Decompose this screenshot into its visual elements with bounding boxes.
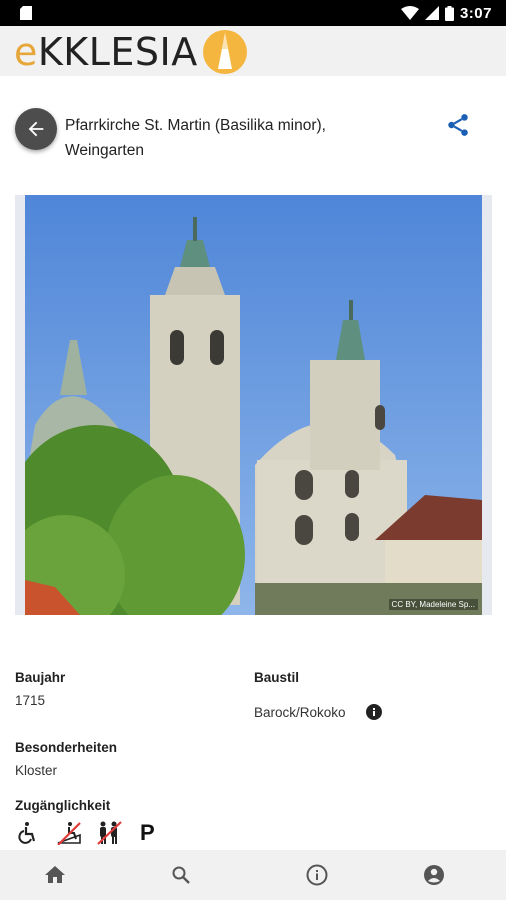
accessibility-ramp	[56, 820, 82, 846]
app-header: eKKLESIA	[0, 26, 506, 76]
status-time: 3:07	[459, 4, 492, 22]
church-title-line2: Weingarten	[65, 142, 144, 159]
besonderheiten-value: Kloster	[15, 763, 58, 778]
baujahr-label: Baujahr	[15, 670, 66, 685]
back-button[interactable]	[15, 108, 57, 150]
bottom-navigation	[0, 850, 506, 900]
app-root: 3:07 eKKLESIA Pfarrkirche St. Martin (Ba…	[0, 0, 506, 900]
home-icon[interactable]	[43, 863, 67, 887]
accessibility-family	[96, 820, 122, 846]
accessibility-parking: P	[140, 820, 155, 846]
logo-text: eKKLESIA	[14, 30, 198, 74]
church-logo-icon	[202, 30, 247, 74]
battery-icon	[444, 5, 454, 21]
zugaenglichkeit-label: Zugänglichkeit	[15, 798, 111, 813]
info-icon[interactable]	[305, 863, 329, 887]
wheelchair-ramp-icon	[57, 822, 81, 845]
arrow-back-icon	[28, 121, 44, 137]
accessibility-wheelchair	[16, 820, 40, 846]
photo-credit: CC BY, Madeleine Sp...	[388, 599, 478, 610]
share-icon[interactable]	[445, 112, 471, 138]
sd-card-icon	[20, 6, 32, 20]
search-icon[interactable]	[169, 863, 193, 887]
baustil-value: Barock/Rokoko	[254, 705, 346, 720]
account-icon[interactable]	[422, 863, 446, 887]
signal-icon	[424, 6, 439, 20]
besonderheiten-label: Besonderheiten	[15, 740, 118, 755]
wheelchair-icon	[18, 822, 36, 844]
photo-frame: CC BY, Madeleine Sp...	[15, 195, 492, 615]
wifi-icon	[400, 6, 419, 20]
church-title: Pfarrkirche St. Martin (Basilika minor),…	[65, 113, 375, 163]
parking-icon: P	[140, 820, 155, 845]
church-photo[interactable]: CC BY, Madeleine Sp...	[25, 195, 482, 615]
status-bar: 3:07	[0, 0, 506, 26]
app-logo[interactable]: eKKLESIA	[14, 30, 248, 74]
baujahr-value: 1715	[15, 693, 46, 708]
church-photo-illustration	[25, 195, 482, 615]
baustil-info-icon[interactable]	[366, 704, 382, 720]
family-icon	[97, 821, 122, 845]
church-title-line1: Pfarrkirche St. Martin (Basilika minor),	[65, 117, 326, 134]
baustil-label: Baustil	[254, 670, 300, 685]
